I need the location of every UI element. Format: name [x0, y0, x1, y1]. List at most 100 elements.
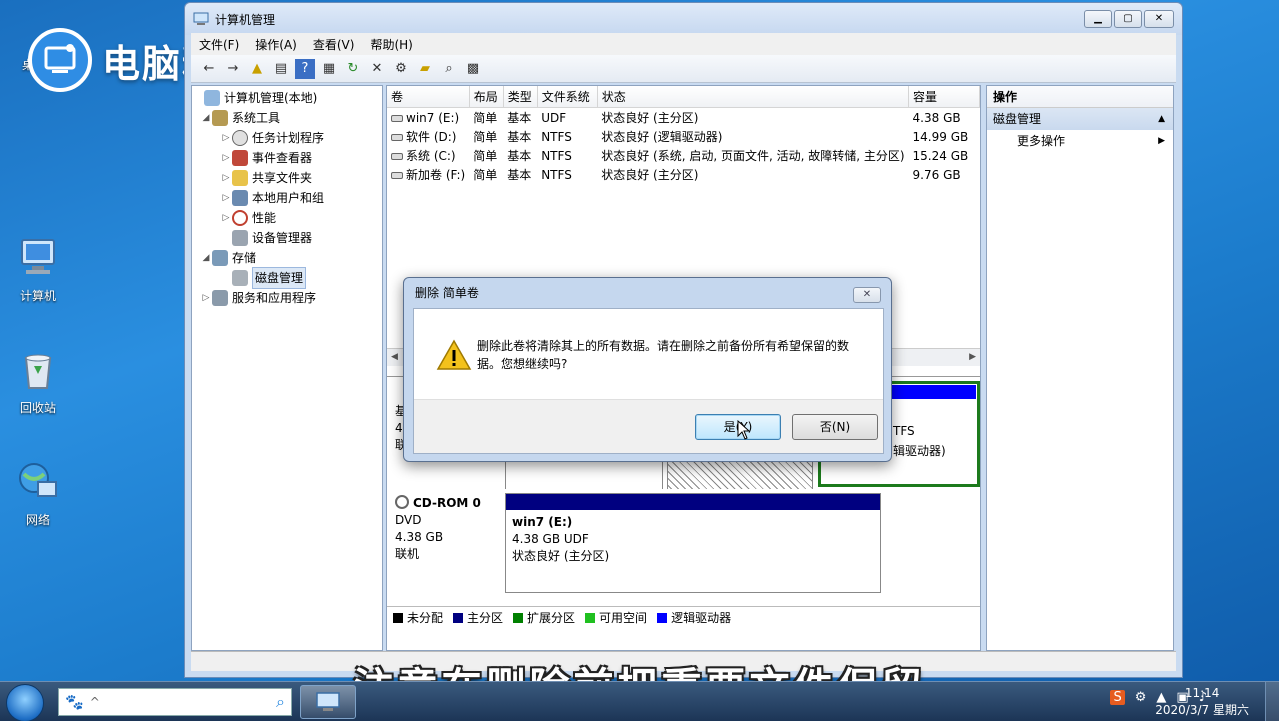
- maximize-button[interactable]: ▢: [1114, 10, 1142, 28]
- desktop-icon-recycle-bin[interactable]: 回收站: [8, 348, 68, 416]
- disk-legend: 未分配 主分区 扩展分区 可用空间 逻辑驱动器: [387, 606, 980, 628]
- desktop-icon-computer[interactable]: 计算机: [8, 236, 68, 304]
- open-folder-icon[interactable]: ▰: [415, 59, 435, 79]
- delete-icon[interactable]: ✕: [367, 59, 387, 79]
- performance-icon: [232, 210, 248, 226]
- more-actions-item[interactable]: 更多操作 ▶: [987, 130, 1173, 152]
- volume-table: 卷 布局 类型 文件系统 状态 容量 win7 (E:) 简单 基本 UDF 状…: [387, 86, 980, 184]
- window-titlebar[interactable]: 计算机管理: [185, 3, 1182, 35]
- back-icon[interactable]: ←: [199, 59, 219, 79]
- volume-layout: 简单: [473, 130, 498, 144]
- tree-item-system-tools[interactable]: ◢ 系统工具: [192, 108, 382, 128]
- window-title: 计算机管理: [215, 12, 276, 27]
- dialog-body: 删除此卷将清除其上的所有数据。请在删除之前备份所有希望保留的数据。您想继续吗? …: [413, 308, 884, 454]
- settings-icon[interactable]: ⚙: [391, 59, 411, 79]
- menu-view[interactable]: 查看(V): [305, 36, 363, 53]
- properties-icon[interactable]: ▦: [319, 59, 339, 79]
- start-button[interactable]: [6, 684, 44, 721]
- menu-action[interactable]: 操作(A): [247, 36, 305, 53]
- table-row[interactable]: 新加卷 (F:) 简单 基本 NTFS 状态良好 (主分区) 9.76 GB: [387, 165, 980, 184]
- disk0-partition-logical[interactable]: [505, 457, 663, 493]
- volume-capacity: 15.24 GB: [912, 148, 969, 163]
- column-header-filesystem[interactable]: 文件系统: [537, 86, 598, 108]
- forward-icon[interactable]: →: [223, 59, 243, 79]
- menu-file[interactable]: 文件(F): [191, 36, 247, 53]
- volume-name: 系统 (C:): [387, 146, 469, 165]
- collapse-arrow-icon[interactable]: ▷: [220, 208, 232, 228]
- refresh-icon[interactable]: ↻: [343, 59, 363, 79]
- collapse-arrow-icon[interactable]: ▷: [220, 168, 232, 188]
- taskbar-app-computer-management[interactable]: [300, 685, 356, 719]
- volume-layout: 简单: [473, 111, 498, 125]
- no-button[interactable]: 否(N): [792, 414, 878, 440]
- disk-management-icon: [232, 270, 248, 286]
- legend-swatch: [657, 613, 668, 623]
- tree-item-device-manager[interactable]: 设备管理器: [192, 228, 382, 248]
- column-header-type[interactable]: 类型: [503, 86, 538, 108]
- show-desktop-button[interactable]: [1265, 682, 1279, 721]
- table-row[interactable]: 软件 (D:) 简单 基本 NTFS 状态良好 (逻辑驱动器) 14.99 GB: [387, 127, 980, 146]
- cdrom-info[interactable]: CD-ROM 0 DVD 4.38 GB 联机: [395, 495, 481, 563]
- collapse-arrow-icon[interactable]: ▷: [220, 148, 232, 168]
- computer-management-icon: [316, 692, 340, 711]
- legend-swatch: [513, 613, 524, 623]
- volume-status: 状态良好 (逻辑驱动器): [601, 130, 723, 144]
- grid-view-icon[interactable]: ▩: [463, 59, 483, 79]
- legend-item: 逻辑驱动器: [657, 609, 731, 626]
- tree-item-performance[interactable]: ▷ 性能: [192, 208, 382, 228]
- search-icon[interactable]: ⌕: [276, 692, 285, 712]
- desktop-icon-network[interactable]: 网络: [8, 460, 68, 528]
- ime-icon[interactable]: S: [1110, 690, 1125, 705]
- tray-settings-icon[interactable]: ⚙: [1135, 690, 1147, 705]
- search-icon[interactable]: ⌕: [439, 59, 459, 79]
- partition-status: 状态良好 (主分区): [512, 549, 610, 563]
- scroll-right-icon[interactable]: ▶: [969, 352, 976, 362]
- cdrom-partition[interactable]: win7 (E:) 4.38 GB UDF 状态良好 (主分区): [505, 493, 881, 593]
- tree-item-event-viewer[interactable]: ▷ 事件查看器: [192, 148, 382, 168]
- table-row[interactable]: 系统 (C:) 简单 基本 NTFS 状态良好 (系统, 启动, 页面文件, 活…: [387, 146, 980, 165]
- desktop-label: 回收站: [19, 401, 56, 415]
- dialog-close-button[interactable]: ✕: [853, 287, 881, 303]
- show-hide-tree-icon[interactable]: ▤: [271, 59, 291, 79]
- tree-item-storage[interactable]: ◢ 存储: [192, 248, 382, 268]
- network-icon: [19, 463, 57, 497]
- legend-swatch: [453, 613, 464, 623]
- column-header-capacity[interactable]: 容量: [908, 86, 980, 108]
- partition-fs: TFS: [893, 424, 915, 438]
- taskbar-search-box[interactable]: 🐾 ^ ⌕: [58, 688, 292, 716]
- disk0-partition-free[interactable]: [667, 457, 813, 493]
- scroll-left-icon[interactable]: ◀: [391, 352, 398, 362]
- tree-root[interactable]: 计算机管理(本地): [192, 88, 382, 108]
- expand-arrow-icon[interactable]: ◢: [200, 248, 212, 268]
- volume-fs: NTFS: [541, 148, 572, 163]
- column-header-status[interactable]: 状态: [597, 86, 910, 108]
- help-icon[interactable]: ?: [295, 58, 315, 79]
- collapse-up-icon[interactable]: ▲: [1158, 108, 1165, 130]
- collapse-arrow-icon[interactable]: ▷: [220, 128, 232, 148]
- table-row[interactable]: win7 (E:) 简单 基本 UDF 状态良好 (主分区) 4.38 GB: [387, 108, 980, 128]
- column-header-volume[interactable]: 卷: [387, 86, 470, 108]
- computer-icon: [21, 239, 55, 274]
- tree-item-disk-management[interactable]: 磁盘管理: [192, 267, 382, 289]
- collapse-arrow-icon[interactable]: ▷: [200, 288, 212, 308]
- tree-item-services-apps[interactable]: ▷ 服务和应用程序: [192, 288, 382, 308]
- menu-help[interactable]: 帮助(H): [362, 36, 420, 53]
- column-header-layout[interactable]: 布局: [469, 86, 504, 108]
- minimize-button[interactable]: ▁: [1084, 10, 1112, 28]
- tree-item-shared-folders[interactable]: ▷ 共享文件夹: [192, 168, 382, 188]
- actions-section-disk-management[interactable]: 磁盘管理 ▲: [987, 108, 1173, 130]
- close-button[interactable]: ✕: [1144, 10, 1174, 28]
- clock-date: 2020/3/7 星期六: [1155, 703, 1249, 717]
- up-folder-icon[interactable]: ▲: [247, 59, 267, 79]
- volume-name: 软件 (D:): [387, 127, 469, 146]
- volume-fs: NTFS: [541, 167, 572, 182]
- taskbar-clock[interactable]: 11:14 2020/3/7 星期六: [1155, 685, 1249, 719]
- drive-icon: [391, 134, 403, 141]
- chevron-up-icon[interactable]: ^: [90, 695, 100, 709]
- tree-item-task-scheduler[interactable]: ▷ 任务计划程序: [192, 128, 382, 148]
- collapse-arrow-icon[interactable]: ▷: [220, 188, 232, 208]
- actions-header: 操作: [987, 86, 1173, 108]
- expand-arrow-icon[interactable]: ◢: [200, 108, 212, 128]
- tree-item-local-users[interactable]: ▷ 本地用户和组: [192, 188, 382, 208]
- menu-bar: 文件(F) 操作(A) 查看(V) 帮助(H): [191, 33, 1176, 55]
